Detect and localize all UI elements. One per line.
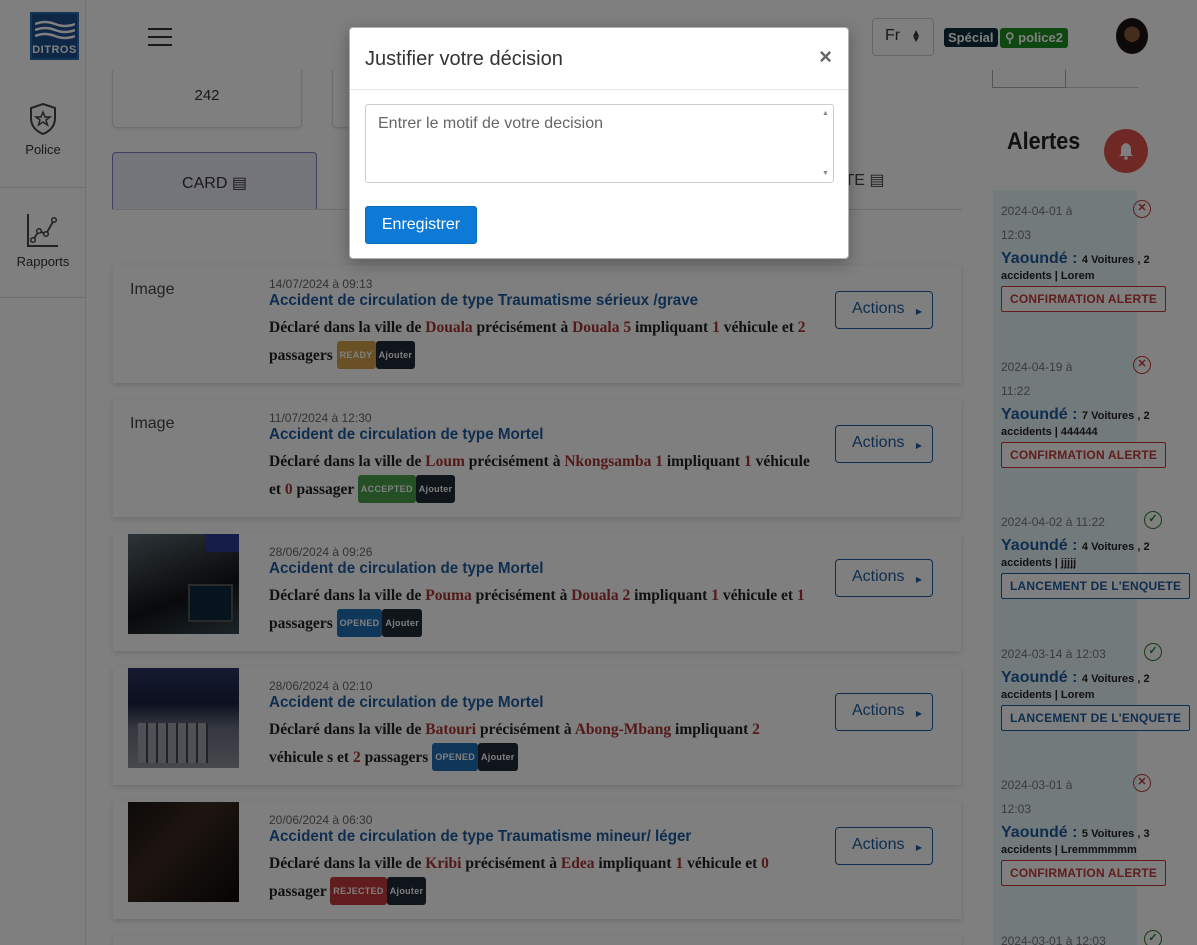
reason-textarea[interactable] [365,104,834,183]
scroll-down-icon: ▼ [822,170,829,177]
modal-header: Justifier votre décision [350,28,848,90]
modal-title: Justifier votre décision [365,48,563,70]
scroll-up-icon: ▲ [822,110,829,117]
textarea-scrollbar[interactable]: ▲ ▼ [817,105,833,182]
close-icon[interactable]: × [819,46,832,68]
justification-modal: Justifier votre décision × ▲ ▼ Enregistr… [349,27,849,259]
save-button[interactable]: Enregistrer [365,206,477,244]
